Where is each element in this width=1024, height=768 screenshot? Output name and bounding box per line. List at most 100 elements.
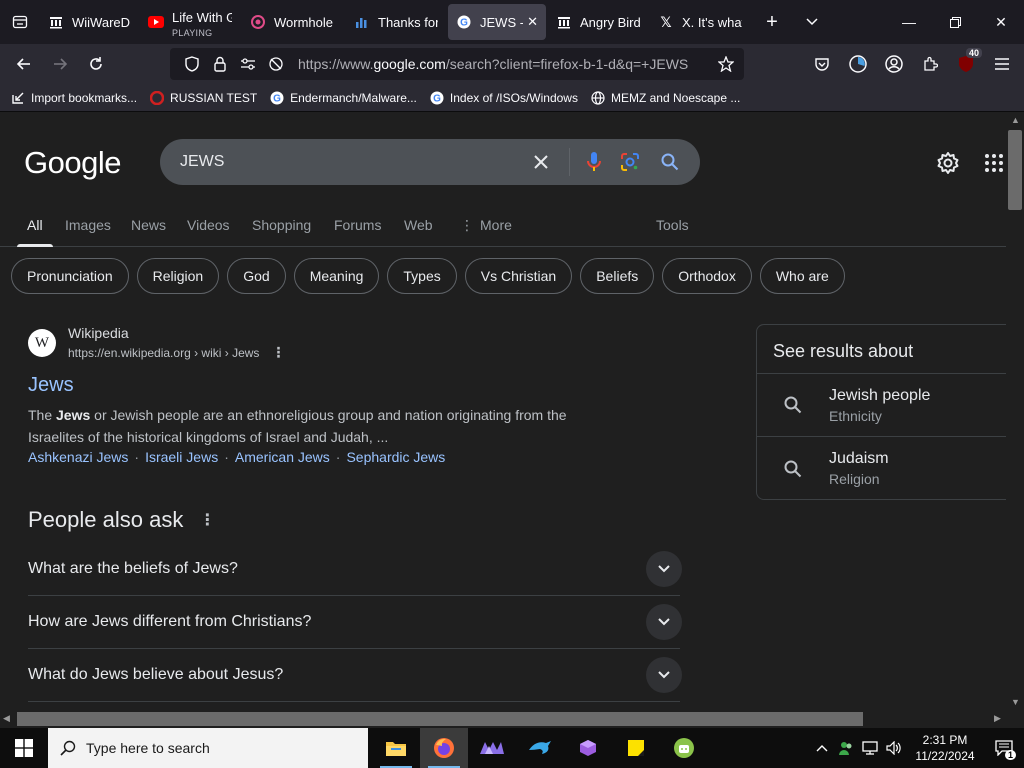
google-apps-button[interactable] — [984, 153, 1004, 178]
tab-life-with-g[interactable]: Life With G PLAYING — [140, 4, 240, 40]
horizontal-scrollbar[interactable]: ◀ ▶ — [0, 711, 1006, 727]
more-options-icon[interactable]: ⋮ — [271, 344, 285, 361]
start-button[interactable] — [0, 728, 48, 768]
tab-shopping[interactable]: Shopping — [252, 217, 311, 233]
taskbar-search[interactable]: Type here to search — [48, 728, 368, 768]
firefox-view-button[interactable] — [0, 0, 40, 44]
settings-button[interactable] — [936, 151, 960, 180]
taskbar-firefox[interactable] — [420, 728, 468, 768]
taskbar-green-app[interactable] — [660, 728, 708, 768]
scroll-right-icon[interactable]: ▶ — [994, 713, 1001, 724]
people-tray-button[interactable] — [834, 740, 858, 756]
chevron-down-icon[interactable] — [646, 604, 682, 640]
scroll-down-icon[interactable]: ▼ — [1011, 697, 1020, 707]
search-input[interactable]: JEWS — [180, 153, 521, 171]
minimize-button[interactable]: — — [886, 0, 932, 44]
tab-all[interactable]: All — [17, 217, 52, 247]
paa-question[interactable]: What do Jews believe about Jesus? — [28, 649, 682, 702]
bookmark-endermanch[interactable]: G Endermanch/Malware... — [269, 90, 417, 106]
ublock-button[interactable]: 40 — [948, 48, 984, 80]
bookmark-star-icon[interactable] — [712, 56, 740, 72]
tab-news[interactable]: News — [131, 217, 166, 233]
restore-button[interactable] — [932, 0, 978, 44]
tab-forums[interactable]: Forums — [334, 217, 381, 233]
reload-button[interactable] — [78, 48, 114, 80]
voice-search-button[interactable] — [578, 142, 610, 182]
bookmark-memz[interactable]: MEMZ and Noescape ... — [590, 90, 740, 106]
see-results-judaism[interactable]: Judaism Religion — [757, 437, 1006, 500]
back-button[interactable] — [6, 48, 42, 80]
paa-question[interactable]: What are the beliefs of Jews? — [28, 543, 682, 596]
tools-button[interactable]: Tools — [656, 217, 689, 233]
taskbar-purple-app[interactable] — [564, 728, 612, 768]
forward-button[interactable] — [42, 48, 78, 80]
sitelink-american[interactable]: American Jews — [235, 449, 330, 465]
tab-videos[interactable]: Videos — [187, 217, 230, 233]
permissions-icon[interactable] — [234, 56, 262, 72]
vertical-scroll-thumb[interactable] — [1008, 130, 1022, 210]
sitelink-ashkenazi[interactable]: Ashkenazi Jews — [28, 449, 128, 465]
chip-who-are[interactable]: Who are — [759, 258, 845, 294]
extensions-button[interactable] — [912, 48, 948, 80]
google-logo[interactable]: Google — [24, 145, 121, 181]
show-hidden-icons-button[interactable] — [810, 744, 834, 752]
tab-google-search[interactable]: G JEWS - G ✕ — [448, 4, 546, 40]
tab-web[interactable]: Web — [404, 217, 433, 233]
result-source[interactable]: W Wikipedia https://en.wikipedia.org › w… — [28, 325, 608, 361]
url-bar[interactable]: https://www.google.com/search?client=fir… — [170, 48, 744, 80]
chip-pronunciation[interactable]: Pronunciation — [11, 258, 129, 294]
tab-images[interactable]: Images — [65, 217, 111, 233]
network-tray-button[interactable] — [858, 741, 882, 755]
lock-icon[interactable] — [206, 56, 234, 72]
location-blocked-icon[interactable] — [262, 56, 290, 72]
url-text[interactable]: https://www.google.com/search?client=fir… — [298, 56, 712, 72]
taskbar-wavebox[interactable] — [468, 728, 516, 768]
search-submit-button[interactable] — [650, 142, 690, 182]
chip-beliefs[interactable]: Beliefs — [580, 258, 655, 294]
chip-god[interactable]: God — [227, 258, 286, 294]
scroll-left-icon[interactable]: ◀ — [3, 713, 10, 724]
paa-question[interactable]: How are Jews different from Christians? — [28, 596, 682, 649]
lens-search-button[interactable] — [610, 142, 650, 182]
clock[interactable]: 2:31 PM 11/22/2024 — [906, 732, 984, 764]
scroll-up-icon[interactable]: ▲ — [1011, 115, 1020, 125]
close-tab-icon[interactable]: ✕ — [527, 14, 538, 30]
volume-tray-button[interactable] — [882, 741, 906, 755]
new-tab-button[interactable]: + — [752, 0, 792, 44]
tab-more[interactable]: ⋮ More — [460, 217, 512, 234]
bookmark-import[interactable]: Import bookmarks... — [10, 90, 137, 106]
clear-search-button[interactable] — [521, 142, 561, 182]
vertical-scrollbar[interactable]: ▲ ▼ — [1006, 113, 1024, 711]
taskbar-dolphin[interactable] — [516, 728, 564, 768]
bookmark-isos[interactable]: G Index of /ISOs/Windows — [429, 90, 578, 106]
sitelink-israeli[interactable]: Israeli Jews — [145, 449, 218, 465]
chip-religion[interactable]: Religion — [136, 258, 220, 294]
app-menu-button[interactable] — [984, 48, 1020, 80]
result-title-link[interactable]: Jews — [28, 374, 608, 397]
tracking-protection-icon[interactable] — [178, 56, 206, 72]
tab-angry-bird[interactable]: Angry Bird — [548, 4, 648, 40]
timer-extension-button[interactable] — [840, 48, 876, 80]
chip-meaning[interactable]: Meaning — [293, 258, 380, 294]
taskbar-sticky-notes[interactable] — [612, 728, 660, 768]
close-window-button[interactable]: ✕ — [978, 0, 1024, 44]
tab-wormhole[interactable]: Wormhole — [242, 4, 344, 40]
chip-vs-christian[interactable]: Vs Christian — [464, 258, 573, 294]
chip-orthodox[interactable]: Orthodox — [662, 258, 752, 294]
pocket-button[interactable] — [804, 48, 840, 80]
account-button[interactable] — [876, 48, 912, 80]
bookmark-russian-test[interactable]: RUSSIAN TEST — [149, 90, 257, 106]
see-results-jewish-people[interactable]: Jewish people Ethnicity — [757, 374, 1006, 437]
horizontal-scroll-thumb[interactable] — [17, 712, 863, 726]
action-center-button[interactable]: 1 — [984, 728, 1024, 768]
tab-thanks-for[interactable]: Thanks for — [346, 4, 446, 40]
chevron-down-icon[interactable] — [646, 551, 682, 587]
chip-types[interactable]: Types — [387, 258, 457, 294]
taskbar-file-explorer[interactable] — [372, 728, 420, 768]
search-box[interactable]: JEWS — [160, 139, 700, 185]
more-options-icon[interactable]: ⋮ — [199, 510, 215, 530]
sitelink-sephardic[interactable]: Sephardic Jews — [346, 449, 445, 465]
chevron-down-icon[interactable] — [646, 657, 682, 693]
tab-x[interactable]: 𝕏 X. It's what — [650, 4, 750, 40]
list-all-tabs-button[interactable] — [792, 0, 832, 44]
